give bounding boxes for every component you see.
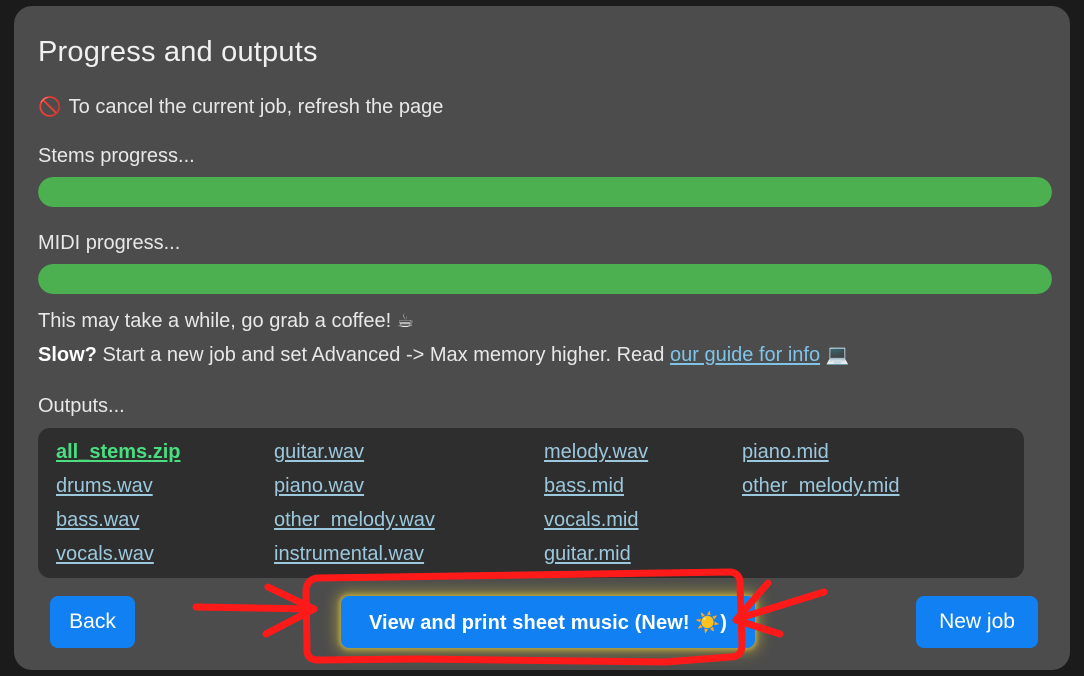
card-content: Progress and outputs 🚫 To cancel the cur… bbox=[14, 6, 1070, 670]
output-file-link[interactable]: all_stems.zip bbox=[56, 440, 274, 464]
page-title: Progress and outputs bbox=[38, 36, 318, 68]
output-file-link[interactable]: other_melody.mid bbox=[742, 474, 1002, 498]
guide-link[interactable]: our guide for info bbox=[670, 344, 820, 366]
stems-progress-bar bbox=[38, 177, 1052, 207]
outputs-box[interactable]: all_stems.zip guitar.wav melody.wav piano.m… bbox=[38, 428, 1024, 578]
output-file-link[interactable]: instrumental.wav bbox=[274, 542, 544, 566]
coffee-icon: ☕ bbox=[396, 310, 414, 332]
laptop-icon: 💻 bbox=[825, 344, 850, 366]
outputs-label: Outputs... bbox=[38, 395, 125, 417]
back-button[interactable]: Back bbox=[50, 596, 135, 648]
output-file-link[interactable]: guitar.wav bbox=[274, 440, 544, 464]
wait-note-text: This may take a while, go grab a coffee! bbox=[38, 310, 392, 332]
output-file-link[interactable]: piano.mid bbox=[742, 440, 1002, 464]
midi-progress-fill bbox=[38, 264, 1052, 294]
output-file-link[interactable]: other_melody.wav bbox=[274, 508, 544, 532]
progress-card: Progress and outputs 🚫 To cancel the cur… bbox=[14, 6, 1070, 670]
output-file-link[interactable]: melody.wav bbox=[544, 440, 742, 464]
slow-note: Slow? Start a new job and set Advanced -… bbox=[38, 342, 1046, 369]
sheet-music-button[interactable]: View and print sheet music (New! ☀️) bbox=[341, 596, 755, 648]
output-file-link[interactable]: bass.mid bbox=[544, 474, 742, 498]
midi-progress-label: MIDI progress... bbox=[38, 232, 181, 254]
midi-progress-bar bbox=[38, 264, 1052, 294]
output-file-link[interactable]: bass.wav bbox=[56, 508, 274, 532]
slow-note-text: Start a new job and set Advanced -> Max … bbox=[96, 344, 670, 366]
output-file-link[interactable]: piano.wav bbox=[274, 474, 544, 498]
output-file-link[interactable]: vocals.wav bbox=[56, 542, 274, 566]
wait-note: This may take a while, go grab a coffee!… bbox=[38, 308, 1046, 335]
output-file-link[interactable]: vocals.mid bbox=[544, 508, 742, 532]
stems-progress-label: Stems progress... bbox=[38, 145, 195, 167]
no-entry-icon: 🚫 bbox=[38, 95, 62, 118]
app-root: Progress and outputs 🚫 To cancel the cur… bbox=[0, 0, 1084, 676]
slow-note-bold: Slow? bbox=[38, 344, 97, 366]
output-file-link[interactable]: guitar.mid bbox=[544, 542, 742, 566]
cancel-notice-text: To cancel the current job, refresh the p… bbox=[68, 96, 444, 118]
output-cell-empty bbox=[742, 542, 1002, 566]
output-file-link[interactable]: drums.wav bbox=[56, 474, 274, 498]
outputs-grid: all_stems.zip guitar.wav melody.wav piano.m… bbox=[56, 440, 1024, 566]
new-job-button[interactable]: New job bbox=[916, 596, 1038, 648]
cancel-notice: 🚫 To cancel the current job, refresh the… bbox=[38, 94, 1046, 120]
output-cell-empty bbox=[742, 508, 1002, 532]
footer-actions: Back View and print sheet music (New! ☀️… bbox=[38, 596, 1046, 648]
stems-progress-fill bbox=[38, 177, 1052, 207]
